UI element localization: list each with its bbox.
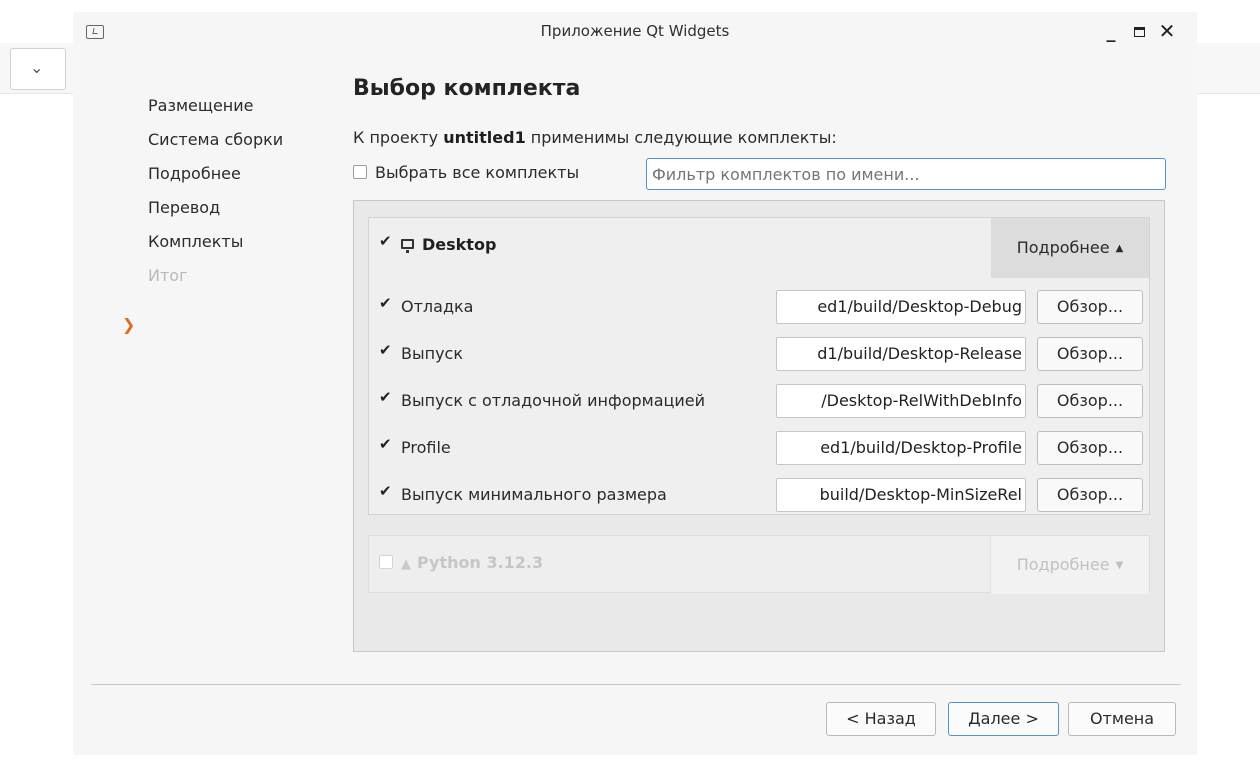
- details-label: Подробнее: [1016, 555, 1110, 574]
- config-label: Profile: [401, 438, 451, 457]
- maximize-icon: [1133, 26, 1145, 37]
- monitor-icon: [401, 239, 414, 253]
- browse-button[interactable]: Обзор...: [1037, 478, 1143, 512]
- config-checkbox[interactable]: Выпуск с отладочной информацией: [379, 388, 706, 410]
- maximize-button[interactable]: [1126, 18, 1152, 44]
- build-path-field[interactable]: ed1/build/Desktop-Debug: [776, 290, 1026, 324]
- next-button[interactable]: Далее >: [948, 702, 1059, 736]
- config-checkbox[interactable]: Отладка: [379, 294, 474, 316]
- config-checkbox[interactable]: Profile: [379, 435, 451, 457]
- build-path-field[interactable]: d1/build/Desktop-Release: [776, 337, 1026, 371]
- build-path-field[interactable]: build/Desktop-MinSizeRel: [776, 478, 1026, 512]
- current-step-arrow-icon: ❯: [122, 315, 136, 334]
- build-path-field[interactable]: /Desktop-RelWithDebInfo: [776, 384, 1026, 418]
- step-translation: Перевод: [148, 198, 221, 217]
- config-checkbox[interactable]: Выпуск: [379, 341, 463, 363]
- config-label: Отладка: [401, 297, 474, 316]
- caret-down-icon: ▼: [1115, 559, 1124, 571]
- kit-name: Python 3.12.3: [417, 553, 544, 572]
- browse-button[interactable]: Обзор...: [1037, 431, 1143, 465]
- page-title: Выбор комплекта: [353, 76, 581, 101]
- kit-details-button-disabled: Подробнее ▼: [990, 536, 1149, 594]
- config-label: Выпуск: [401, 344, 463, 363]
- wizard-dialog: Приложение Qt Widgets _ ✕ ❯ Размещение С…: [73, 12, 1197, 755]
- checkbox-unchecked[interactable]: [353, 165, 367, 179]
- config-checkbox[interactable]: Выпуск минимального размера: [379, 482, 667, 504]
- kit-python: ▲ Python 3.12.3 Подробнее ▼: [368, 535, 1150, 596]
- checkbox-checked[interactable]: [379, 482, 393, 501]
- browse-button[interactable]: Обзор...: [1037, 337, 1143, 371]
- checkbox-checked[interactable]: [379, 341, 393, 360]
- kit-desktop-checkbox[interactable]: Desktop: [379, 232, 497, 254]
- checkbox-checked[interactable]: [379, 435, 393, 454]
- details-label: Подробнее: [1016, 238, 1110, 257]
- warning-icon: ▲: [401, 557, 411, 572]
- kit-header: ▲ Python 3.12.3: [369, 536, 993, 596]
- step-build-system: Система сборки: [148, 130, 284, 149]
- intro-text: К проекту untitled1 применимы следующие …: [353, 128, 837, 147]
- config-label: Выпуск минимального размера: [401, 485, 667, 504]
- checkbox-disabled: [379, 555, 393, 569]
- build-config-row: Выпуск d1/build/Desktop-Release Обзор...: [379, 335, 1149, 375]
- window-title: Приложение Qt Widgets: [540, 22, 730, 40]
- close-button[interactable]: ✕: [1154, 18, 1180, 44]
- kit-list: Desktop Подробнее ▲ Отладка ed1/build/Des…: [353, 200, 1165, 652]
- config-label: Выпуск с отладочной информацией: [401, 391, 706, 410]
- build-config-row: Отладка ed1/build/Desktop-Debug Обзор...: [379, 288, 1149, 328]
- checkbox-checked[interactable]: [379, 294, 393, 313]
- back-button[interactable]: < Назад: [826, 702, 936, 736]
- kit-filter-input[interactable]: [646, 158, 1166, 190]
- step-location: Размещение: [148, 96, 254, 115]
- footer-divider: [91, 684, 1181, 685]
- checkbox-checked[interactable]: [379, 232, 393, 251]
- browse-button[interactable]: Обзор...: [1037, 384, 1143, 418]
- kit-header: Desktop: [369, 218, 993, 278]
- build-config-row: Profile ed1/build/Desktop-Profile Обзор.…: [379, 429, 1149, 469]
- title-bar: Приложение Qt Widgets _ ✕: [73, 12, 1197, 52]
- cancel-button[interactable]: Отмена: [1068, 702, 1176, 736]
- checkbox-checked[interactable]: [379, 388, 393, 407]
- kit-python-checkbox: ▲ Python 3.12.3: [379, 553, 543, 572]
- minimize-button[interactable]: _: [1098, 18, 1124, 44]
- intro-prefix: К проекту: [353, 128, 444, 147]
- browse-button[interactable]: Обзор...: [1037, 290, 1143, 324]
- build-config-row: Выпуск с отладочной информацией /Desktop…: [379, 382, 1149, 422]
- build-path-field[interactable]: ed1/build/Desktop-Profile: [776, 431, 1026, 465]
- chevron-down-icon: ⌄: [30, 58, 44, 77]
- intro-suffix: применимы следующие комплекты:: [525, 128, 837, 147]
- select-all-label: Выбрать все комплекты: [375, 163, 580, 182]
- background-dropdown[interactable]: ⌄: [10, 48, 66, 90]
- kit-desktop: Desktop Подробнее ▲ Отладка ed1/build/Des…: [368, 217, 1150, 515]
- step-summary: Итог: [148, 266, 188, 285]
- build-config-row: Выпуск минимального размера build/Deskto…: [379, 476, 1149, 516]
- caret-up-icon: ▲: [1115, 242, 1124, 254]
- select-all-kits-checkbox[interactable]: Выбрать все комплекты: [353, 163, 579, 182]
- project-name: untitled1: [443, 128, 526, 147]
- step-kits: Комплекты: [148, 232, 244, 251]
- kit-name: Desktop: [422, 235, 497, 254]
- step-details: Подробнее: [148, 164, 241, 183]
- kit-details-button[interactable]: Подробнее ▲: [991, 218, 1149, 278]
